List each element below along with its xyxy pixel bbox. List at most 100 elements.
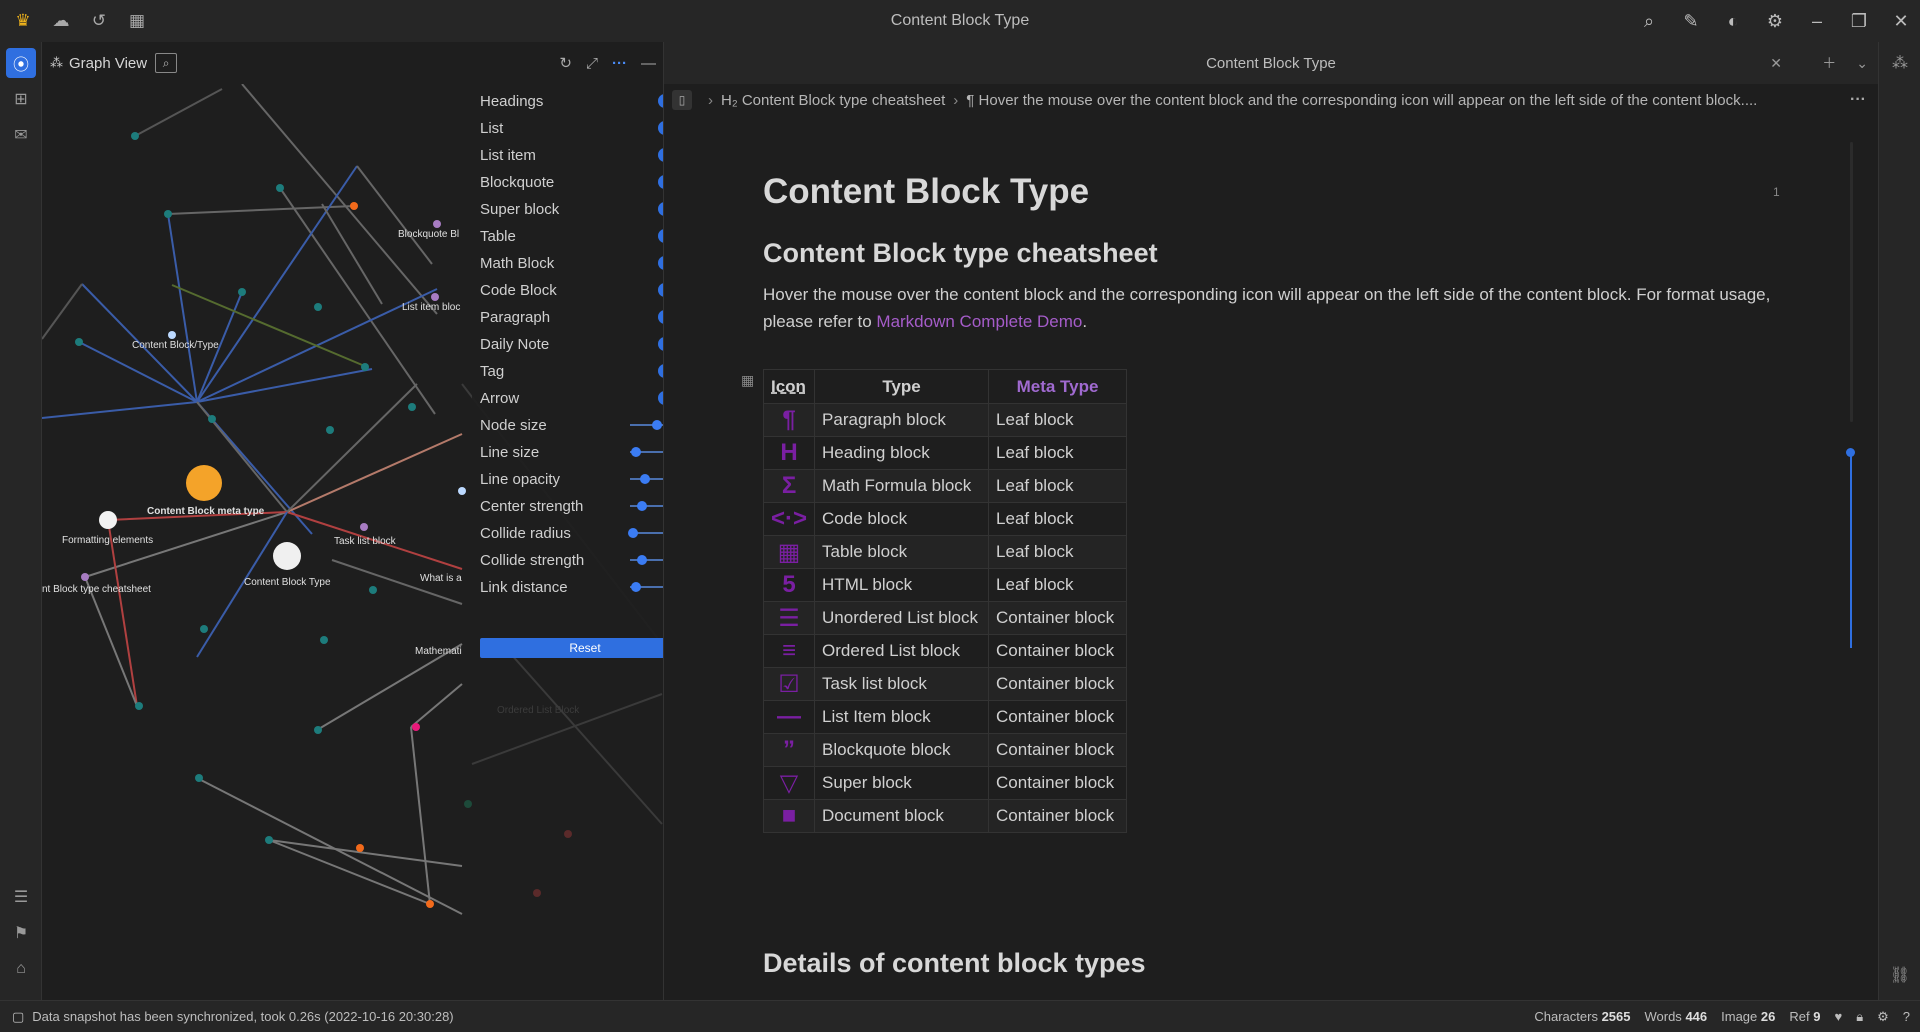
slider-track[interactable]	[630, 474, 663, 484]
slider-knob[interactable]	[631, 582, 641, 592]
restore-icon[interactable]: ❐	[1848, 10, 1870, 32]
header-icon[interactable]: Icon	[762, 369, 816, 404]
graph-icon[interactable]: ⁂	[1885, 48, 1915, 78]
calendar-icon[interactable]: ▦	[126, 10, 148, 32]
outline-icon[interactable]: ☰	[6, 882, 36, 912]
page-title[interactable]: Content Block Type	[763, 172, 1783, 212]
collapse-icon[interactable]: —	[641, 55, 656, 72]
meta-type-cell[interactable]: Container block	[988, 700, 1128, 734]
breadcrumb-heading[interactable]: H₂ Content Block type cheatsheet	[721, 92, 945, 109]
tag-icon[interactable]: ⌂	[6, 954, 36, 984]
type-cell[interactable]: Table block	[814, 535, 990, 569]
meta-type-cell[interactable]: Leaf block	[988, 502, 1128, 536]
meta-type-cell[interactable]: Leaf block	[988, 403, 1128, 437]
table-row[interactable]: — List Item block Container block	[762, 700, 1128, 734]
type-cell[interactable]: List Item block	[814, 700, 990, 734]
meta-type-cell[interactable]: Leaf block	[988, 568, 1128, 602]
heading-cheatsheet[interactable]: Content Block type cheatsheet	[763, 238, 1783, 269]
expand-icon[interactable]: ⤢	[586, 55, 598, 72]
link-icon[interactable]: ⛓	[1885, 960, 1915, 990]
table-row[interactable]: ■ Document block Container block	[762, 799, 1128, 833]
slider-track[interactable]	[630, 447, 663, 457]
meta-type-cell[interactable]: Container block	[988, 766, 1128, 800]
type-cell[interactable]: Code block	[814, 502, 990, 536]
table-row[interactable]: Σ Math Formula block Leaf block	[762, 469, 1128, 503]
slider-knob[interactable]	[652, 420, 662, 430]
file-tree-icon[interactable]: ⊞	[6, 84, 36, 114]
markdown-demo-link[interactable]: Markdown Complete Demo	[876, 312, 1082, 331]
type-cell[interactable]: Document block	[814, 799, 990, 833]
breadcrumb-paragraph[interactable]: ¶ Hover the mouse over the content block…	[966, 92, 1757, 109]
intro-paragraph[interactable]: Hover the mouse over the content block a…	[763, 281, 1778, 335]
history-icon[interactable]: ↺	[88, 10, 110, 32]
lock-icon[interactable]: 🔒︎	[1856, 1009, 1863, 1025]
heart-icon[interactable]: ♥	[1834, 1009, 1842, 1024]
tab-content-block-type[interactable]: Content Block Type	[664, 55, 1878, 72]
table-row[interactable]: ☑ Task list block Container block	[762, 667, 1128, 701]
type-cell[interactable]: Super block	[814, 766, 990, 800]
slider-track[interactable]	[630, 555, 663, 565]
more-icon[interactable]: ···	[612, 55, 627, 72]
bookmark-icon[interactable]: ⚑	[6, 918, 36, 948]
slider-track[interactable]	[628, 528, 663, 538]
type-cell[interactable]: HTML block	[814, 568, 990, 602]
header-meta-type[interactable]: Meta Type	[988, 369, 1128, 404]
table-row[interactable]: ¶ Paragraph block Leaf block	[762, 403, 1128, 437]
refresh-icon[interactable]: ↻	[559, 54, 572, 72]
slider-track[interactable]	[630, 501, 663, 511]
sync-icon[interactable]: ▢	[12, 1009, 24, 1025]
meta-type-cell[interactable]: Container block	[988, 733, 1128, 767]
table-row[interactable]: ≡ Ordered List block Container block	[762, 634, 1128, 668]
meta-type-cell[interactable]: Leaf block	[988, 469, 1128, 503]
header-type[interactable]: Type	[814, 369, 990, 404]
theme-icon[interactable]: ◐	[1722, 10, 1744, 32]
heading-details[interactable]: Details of content block types	[763, 948, 1146, 979]
slider-knob[interactable]	[637, 501, 647, 511]
slider-knob[interactable]	[637, 555, 647, 565]
meta-type-cell[interactable]: Container block	[988, 799, 1128, 833]
type-cell[interactable]: Math Formula block	[814, 469, 990, 503]
table-row[interactable]: ▦ Table block Leaf block	[762, 535, 1128, 569]
crown-icon[interactable]: ♛	[12, 10, 34, 32]
slider-knob[interactable]	[628, 528, 638, 538]
help-icon[interactable]: ?	[1903, 1009, 1910, 1024]
inbox-icon[interactable]: ✉	[6, 120, 36, 150]
table-row[interactable]: ☰ Unordered List block Container block	[762, 601, 1128, 635]
document-crumb-icon[interactable]: ▯	[672, 90, 692, 110]
tab-close-icon[interactable]: ✕	[1770, 42, 1782, 84]
table-row[interactable]: ” Blockquote block Container block	[762, 733, 1128, 767]
graph-search-icon[interactable]: ⌕	[155, 53, 178, 73]
close-icon[interactable]: ✕	[1890, 10, 1912, 32]
ref-count-badge[interactable]: 1	[1773, 185, 1780, 199]
minimize-icon[interactable]: –	[1806, 10, 1828, 32]
type-cell[interactable]: Blockquote block	[814, 733, 990, 767]
minimap-dot[interactable]	[1846, 448, 1855, 457]
search-icon[interactable]: ⌕	[1638, 10, 1660, 32]
meta-type-cell[interactable]: Container block	[988, 667, 1128, 701]
meta-type-cell[interactable]: Container block	[988, 634, 1128, 668]
table-handle-icon[interactable]: ▦	[741, 372, 754, 389]
type-cell[interactable]: Paragraph block	[814, 403, 990, 437]
type-cell[interactable]: Unordered List block	[814, 601, 990, 635]
meta-type-cell[interactable]: Container block	[988, 601, 1128, 635]
type-cell[interactable]: Heading block	[814, 436, 990, 470]
type-cell[interactable]: Task list block	[814, 667, 990, 701]
graph-view-icon[interactable]: ⦿	[6, 48, 36, 78]
table-row[interactable]: H Heading block Leaf block	[762, 436, 1128, 470]
scrollbar[interactable]	[1850, 142, 1853, 422]
edit-icon[interactable]: ✎	[1680, 10, 1702, 32]
slider-track[interactable]	[630, 420, 663, 430]
breadcrumb-more-icon[interactable]: ···	[1850, 86, 1866, 114]
meta-type-cell[interactable]: Leaf block	[988, 436, 1128, 470]
type-cell[interactable]: Ordered List block	[814, 634, 990, 668]
table-row[interactable]: ▽ Super block Container block	[762, 766, 1128, 800]
slider-knob[interactable]	[631, 447, 641, 457]
reset-button[interactable]: Reset	[480, 638, 663, 658]
slider-knob[interactable]	[640, 474, 650, 484]
settings-icon[interactable]: ⚙	[1764, 10, 1786, 32]
table-row[interactable]: 5 HTML block Leaf block	[762, 568, 1128, 602]
status-settings-icon[interactable]: ⚙	[1877, 1009, 1889, 1025]
cloud-icon[interactable]: ☁	[50, 10, 72, 32]
slider-track[interactable]	[630, 582, 663, 592]
table-row[interactable]: <·> Code block Leaf block	[762, 502, 1128, 536]
